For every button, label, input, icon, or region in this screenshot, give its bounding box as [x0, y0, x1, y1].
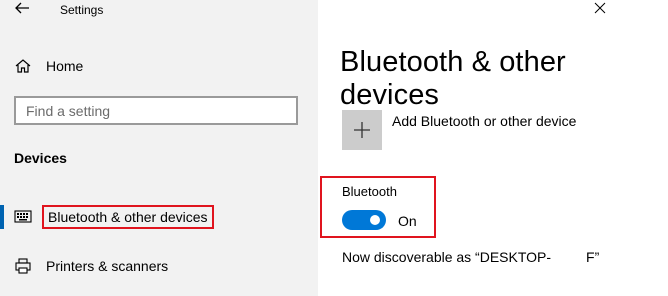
home-icon — [14, 57, 32, 75]
close-icon[interactable] — [594, 1, 606, 14]
add-device-label[interactable]: Add Bluetooth or other device — [392, 113, 576, 129]
navigation-pane: Settings Home Find a setting Devices Blu… — [0, 0, 318, 296]
nav-item-printers-label: Printers & scanners — [46, 258, 169, 274]
bluetooth-toggle-group: Bluetooth On — [320, 176, 436, 238]
page-title: Bluetooth & other devices — [340, 46, 566, 111]
back-arrow-icon[interactable] — [12, 0, 32, 16]
section-heading: Devices — [14, 150, 67, 166]
nav-home-label: Home — [46, 58, 84, 74]
discoverable-status: Now discoverable as “DESKTOP- F” — [342, 249, 600, 265]
active-indicator — [0, 205, 4, 229]
plus-icon — [354, 122, 370, 138]
nav-item-bluetooth-label: Bluetooth & other devices — [42, 205, 214, 229]
bluetooth-state-label: On — [398, 213, 417, 229]
search-placeholder: Find a setting — [26, 103, 111, 119]
nav-home[interactable]: Home — [14, 56, 294, 76]
add-device-button[interactable] — [342, 110, 382, 150]
search-input[interactable]: Find a setting — [14, 96, 298, 125]
printer-icon — [14, 257, 32, 275]
title-bar: Settings — [0, 0, 318, 22]
toggle-knob — [370, 215, 380, 225]
nav-item-printers[interactable]: Printers & scanners — [14, 256, 168, 276]
bluetooth-heading: Bluetooth — [342, 184, 397, 199]
keyboard-icon — [14, 209, 32, 225]
nav-item-bluetooth[interactable]: Bluetooth & other devices — [14, 205, 214, 229]
app-title: Settings — [60, 3, 104, 17]
bluetooth-toggle[interactable] — [342, 210, 386, 230]
